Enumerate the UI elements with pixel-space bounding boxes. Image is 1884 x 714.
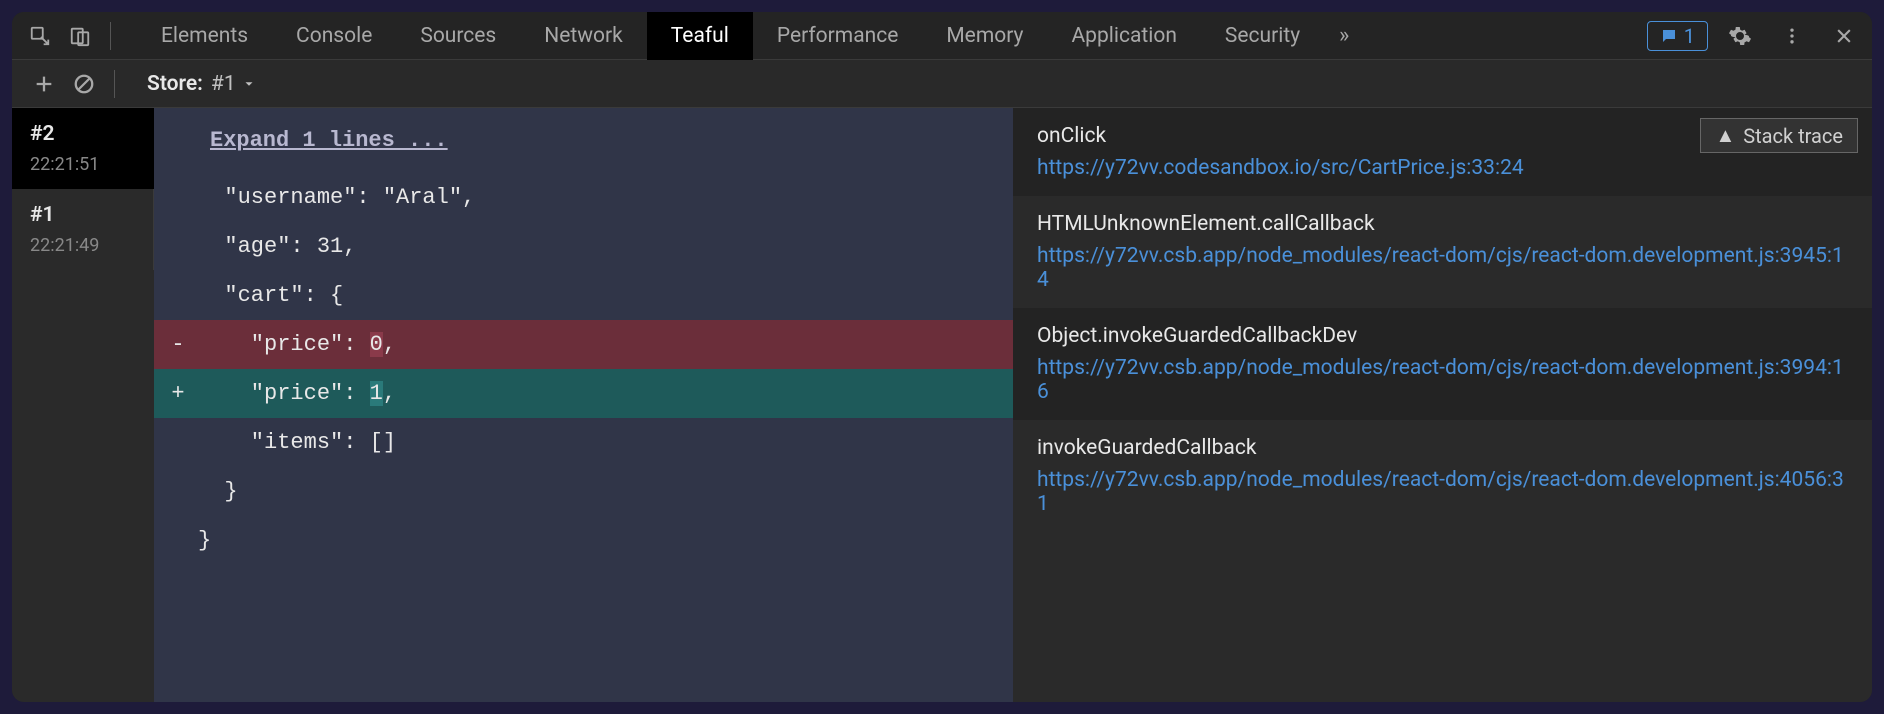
tab-application[interactable]: Application — [1047, 12, 1200, 60]
stack-frame-link[interactable]: https://y72vv.csb.app/node_modules/react… — [1037, 356, 1848, 404]
content-area: #2 22:21:51 #1 22:21:49 Expand 1 lines .… — [12, 108, 1872, 702]
chevron-down-icon — [242, 77, 256, 91]
diff-line-ctx: } — [154, 516, 1013, 565]
stack-frame-link[interactable]: https://y72vv.csb.app/node_modules/react… — [1037, 468, 1848, 516]
inspect-icon[interactable] — [20, 16, 60, 56]
diff-line-removed: - "price": 0, — [154, 320, 1013, 369]
tab-network[interactable]: Network — [520, 12, 647, 60]
history-item-2[interactable]: #2 22:21:51 — [12, 108, 154, 189]
history-item-1[interactable]: #1 22:21:49 — [12, 189, 154, 270]
settings-icon[interactable] — [1720, 16, 1760, 56]
diff-line-added: + "price": 1, — [154, 369, 1013, 418]
stack-trace-toggle[interactable]: ▲ Stack trace — [1700, 118, 1858, 153]
badge-count: 1 — [1684, 24, 1695, 48]
tab-sources[interactable]: Sources — [396, 12, 520, 60]
history-id: #2 — [30, 122, 136, 146]
more-tabs-icon[interactable]: » — [1324, 16, 1364, 56]
tab-security[interactable]: Security — [1201, 12, 1324, 60]
store-value: #1 — [211, 72, 236, 96]
messages-badge[interactable]: 1 — [1647, 21, 1708, 51]
diff-line-ctx: "age": 31, — [154, 222, 1013, 271]
tab-memory[interactable]: Memory — [922, 12, 1047, 60]
store-selector[interactable]: #1 — [211, 72, 256, 96]
stack-frame-link[interactable]: https://y72vv.csb.app/node_modules/react… — [1037, 244, 1848, 292]
diff-line-ctx: "items": [] — [154, 418, 1013, 467]
stack-frame: invokeGuardedCallback https://y72vv.csb.a… — [1013, 420, 1872, 532]
top-bar: Elements Console Sources Network Teaful … — [12, 12, 1872, 60]
tab-console[interactable]: Console — [272, 12, 396, 60]
tab-teaful[interactable]: Teaful — [647, 12, 753, 60]
divider — [110, 22, 111, 50]
kebab-icon[interactable] — [1772, 16, 1812, 56]
tab-elements[interactable]: Elements — [137, 12, 272, 60]
right-icons: 1 — [1647, 16, 1864, 56]
stack-toggle-label: Stack trace — [1743, 124, 1843, 148]
expand-lines-button[interactable]: Expand 1 lines ... — [154, 108, 1013, 173]
stack-frame: HTMLUnknownElement.callCallback https://y… — [1013, 196, 1872, 308]
tabs-container: Elements Console Sources Network Teaful … — [137, 12, 1647, 60]
stack-frame-name: Object.invokeGuardedCallbackDev — [1037, 324, 1848, 348]
devtools-window: Elements Console Sources Network Teaful … — [12, 12, 1872, 702]
close-icon[interactable] — [1824, 16, 1864, 56]
store-label: Store: — [147, 72, 203, 96]
stack-frame: Object.invokeGuardedCallbackDev https://y… — [1013, 308, 1872, 420]
diff-line-ctx: "cart": { — [154, 271, 1013, 320]
diff-panel: Expand 1 lines ... "username": "Aral", "… — [154, 108, 1013, 702]
divider — [114, 70, 115, 98]
history-id: #1 — [30, 203, 135, 227]
history-time: 22:21:51 — [30, 154, 136, 175]
diff-line-ctx: "username": "Aral", — [154, 173, 1013, 222]
add-icon[interactable] — [24, 64, 64, 104]
stack-panel: ▲ Stack trace onClickhttps://y72vv.codes… — [1013, 108, 1872, 702]
stack-frame-link[interactable]: https://y72vv.codesandbox.io/src/CartPri… — [1037, 156, 1848, 180]
triangle-up-icon: ▲ — [1715, 123, 1735, 148]
diff-line-ctx: } — [154, 467, 1013, 516]
stack-frame-name: HTMLUnknownElement.callCallback — [1037, 212, 1848, 236]
sub-bar: Store: #1 — [12, 60, 1872, 108]
clear-icon[interactable] — [64, 64, 104, 104]
history-time: 22:21:49 — [30, 235, 135, 256]
device-icon[interactable] — [60, 16, 100, 56]
tab-performance[interactable]: Performance — [753, 12, 922, 60]
stack-frame-name: invokeGuardedCallback — [1037, 436, 1848, 460]
history-sidebar: #2 22:21:51 #1 22:21:49 — [12, 108, 154, 702]
